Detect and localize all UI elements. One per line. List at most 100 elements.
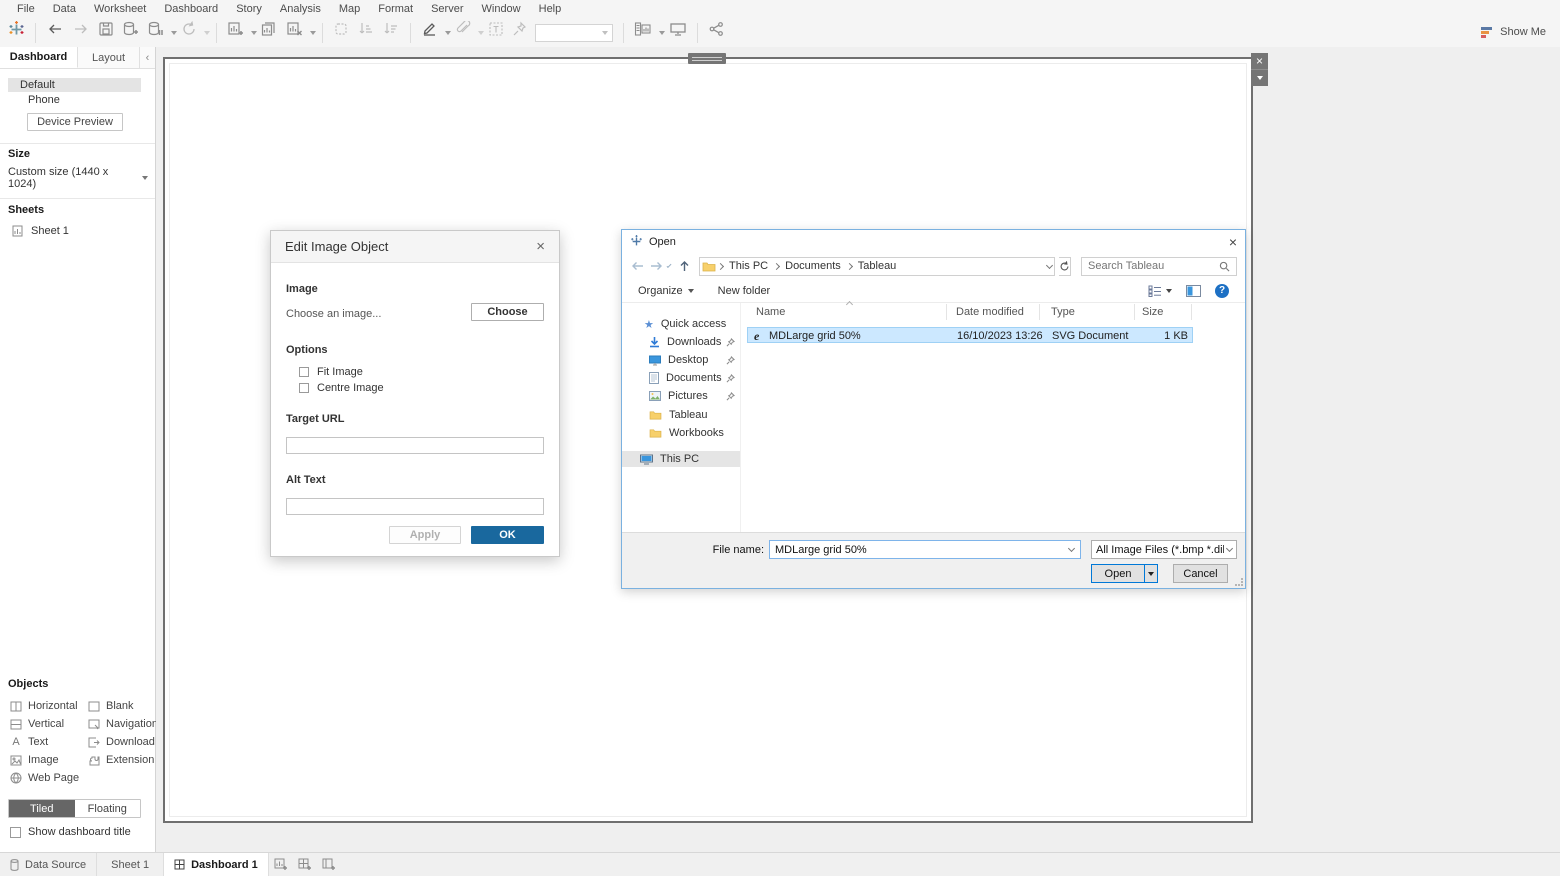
object-extension[interactable]: Extension	[88, 753, 154, 767]
menu-worksheet[interactable]: Worksheet	[85, 3, 155, 15]
fit-dropdown[interactable]	[535, 24, 613, 42]
highlight-caret[interactable]	[445, 31, 451, 35]
column-type[interactable]: Type	[1051, 306, 1075, 318]
duplicate-sheet-button[interactable]	[258, 21, 281, 45]
sheet-list-item[interactable]: Sheet 1	[12, 225, 69, 237]
file-name-caret[interactable]	[1068, 545, 1075, 552]
menu-file[interactable]: File	[8, 3, 44, 15]
share-button[interactable]	[705, 21, 728, 45]
show-cards-button[interactable]	[631, 21, 655, 45]
run-update-button[interactable]	[178, 21, 200, 45]
breadcrumb-chevron[interactable]	[773, 262, 780, 269]
nav-workbooks-folder[interactable]: Workbooks	[622, 425, 740, 441]
target-url-input[interactable]	[286, 437, 544, 454]
recent-locations-caret[interactable]	[667, 263, 672, 268]
new-worksheet-button[interactable]	[224, 21, 247, 45]
menu-data[interactable]: Data	[44, 3, 85, 15]
menu-analysis[interactable]: Analysis	[271, 3, 330, 15]
file-name-combobox[interactable]	[769, 540, 1081, 559]
pause-auto-updates-caret[interactable]	[171, 31, 177, 35]
nav-quick-access[interactable]: ★ Quick access	[622, 316, 740, 332]
object-blank[interactable]: Blank	[88, 699, 134, 713]
column-date-modified[interactable]: Date modified	[956, 306, 1024, 318]
menu-dashboard[interactable]: Dashboard	[155, 3, 227, 15]
resize-grip[interactable]	[1235, 578, 1243, 586]
fit-image-checkbox[interactable]	[299, 367, 309, 377]
save-button[interactable]	[95, 21, 117, 45]
nav-pictures[interactable]: Pictures	[622, 388, 740, 404]
object-image[interactable]: Image	[10, 753, 59, 767]
alt-text-input[interactable]	[286, 498, 544, 515]
menu-window[interactable]: Window	[473, 3, 530, 15]
nav-downloads[interactable]: Downloads	[622, 334, 740, 350]
clear-sheet-caret[interactable]	[310, 31, 316, 35]
open-button[interactable]: Open	[1091, 564, 1145, 583]
tab-layout[interactable]: Layout	[78, 47, 140, 68]
breadcrumb-chevron[interactable]	[846, 262, 853, 269]
object-navigation[interactable]: Navigation	[88, 717, 158, 731]
organize-button[interactable]: Organize	[638, 285, 694, 297]
search-input[interactable]	[1088, 260, 1215, 272]
tiled-button[interactable]: Tiled	[9, 800, 75, 817]
nav-desktop[interactable]: Desktop	[622, 352, 740, 368]
new-story-tab-button[interactable]	[317, 853, 341, 876]
search-box[interactable]	[1081, 257, 1237, 276]
object-download[interactable]: Download	[88, 735, 155, 749]
device-default-item[interactable]: Default	[8, 78, 141, 92]
nav-documents[interactable]: Documents	[622, 370, 740, 386]
menu-server[interactable]: Server	[422, 3, 472, 15]
new-worksheet-tab-button[interactable]	[269, 853, 293, 876]
new-folder-button[interactable]: New folder	[718, 285, 771, 297]
file-type-dropdown[interactable]: All Image Files (*.bmp *.dib *.e	[1091, 540, 1237, 559]
undo-button[interactable]	[43, 21, 67, 45]
device-phone-item[interactable]: Phone	[8, 93, 141, 107]
forward-icon[interactable]	[649, 260, 664, 272]
swap-rows-columns-button[interactable]	[330, 21, 353, 45]
address-dropdown-caret[interactable]	[1046, 261, 1053, 268]
tab-dashboard[interactable]: Dashboard	[0, 47, 78, 68]
close-icon[interactable]: ×	[536, 239, 545, 254]
object-menu-button[interactable]	[1251, 70, 1268, 85]
run-update-caret[interactable]	[204, 31, 210, 35]
device-preview-button[interactable]: Device Preview	[27, 113, 123, 131]
breadcrumb-this-pc[interactable]: This PC	[725, 260, 772, 272]
breadcrumb-tableau[interactable]: Tableau	[854, 260, 901, 272]
preview-pane-icon[interactable]	[1186, 285, 1201, 297]
object-web-page[interactable]: Web Page	[10, 771, 79, 785]
new-worksheet-caret[interactable]	[251, 31, 257, 35]
file-row-selected[interactable]: e MDLarge grid 50% 16/10/2023 13:26 SVG …	[747, 327, 1193, 343]
choose-button[interactable]: Choose	[471, 303, 544, 321]
sort-ascending-button[interactable]	[355, 21, 378, 45]
address-breadcrumb[interactable]: This PC Documents Tableau	[699, 257, 1055, 276]
clear-sheet-button[interactable]	[283, 21, 306, 45]
up-icon[interactable]	[678, 260, 691, 273]
cancel-button[interactable]: Cancel	[1173, 564, 1228, 583]
menu-map[interactable]: Map	[330, 3, 369, 15]
data-source-tab[interactable]: Data Source	[0, 853, 97, 876]
nav-this-pc[interactable]: This PC	[622, 451, 740, 467]
show-dashboard-title-checkbox[interactable]	[10, 827, 21, 838]
help-icon[interactable]: ?	[1215, 284, 1229, 298]
format-clip-button[interactable]	[452, 21, 474, 45]
sheet1-tab[interactable]: Sheet 1	[97, 853, 164, 876]
new-data-source-button[interactable]	[119, 21, 142, 45]
file-name-input[interactable]	[770, 544, 1069, 556]
menu-format[interactable]: Format	[369, 3, 422, 15]
change-view-button[interactable]	[1148, 285, 1172, 297]
refresh-icon[interactable]	[1059, 257, 1071, 276]
close-icon[interactable]: ×	[1229, 234, 1237, 250]
object-vertical[interactable]: Vertical	[10, 717, 64, 731]
breadcrumb-documents[interactable]: Documents	[781, 260, 845, 272]
sidebar-collapse-button[interactable]: ‹	[140, 47, 155, 68]
ok-button[interactable]: OK	[471, 526, 544, 544]
size-dropdown[interactable]: Custom size (1440 x 1024)	[8, 166, 148, 190]
presentation-mode-button[interactable]	[666, 21, 690, 45]
menu-story[interactable]: Story	[227, 3, 271, 15]
column-size[interactable]: Size	[1142, 306, 1163, 318]
sort-descending-button[interactable]	[380, 21, 403, 45]
nav-tableau-folder[interactable]: Tableau	[622, 407, 740, 423]
format-clip-caret[interactable]	[478, 31, 484, 35]
show-mark-labels-button[interactable]	[485, 21, 507, 45]
show-me-button[interactable]: Show Me	[1481, 22, 1546, 42]
object-text[interactable]: A Text	[10, 735, 48, 749]
